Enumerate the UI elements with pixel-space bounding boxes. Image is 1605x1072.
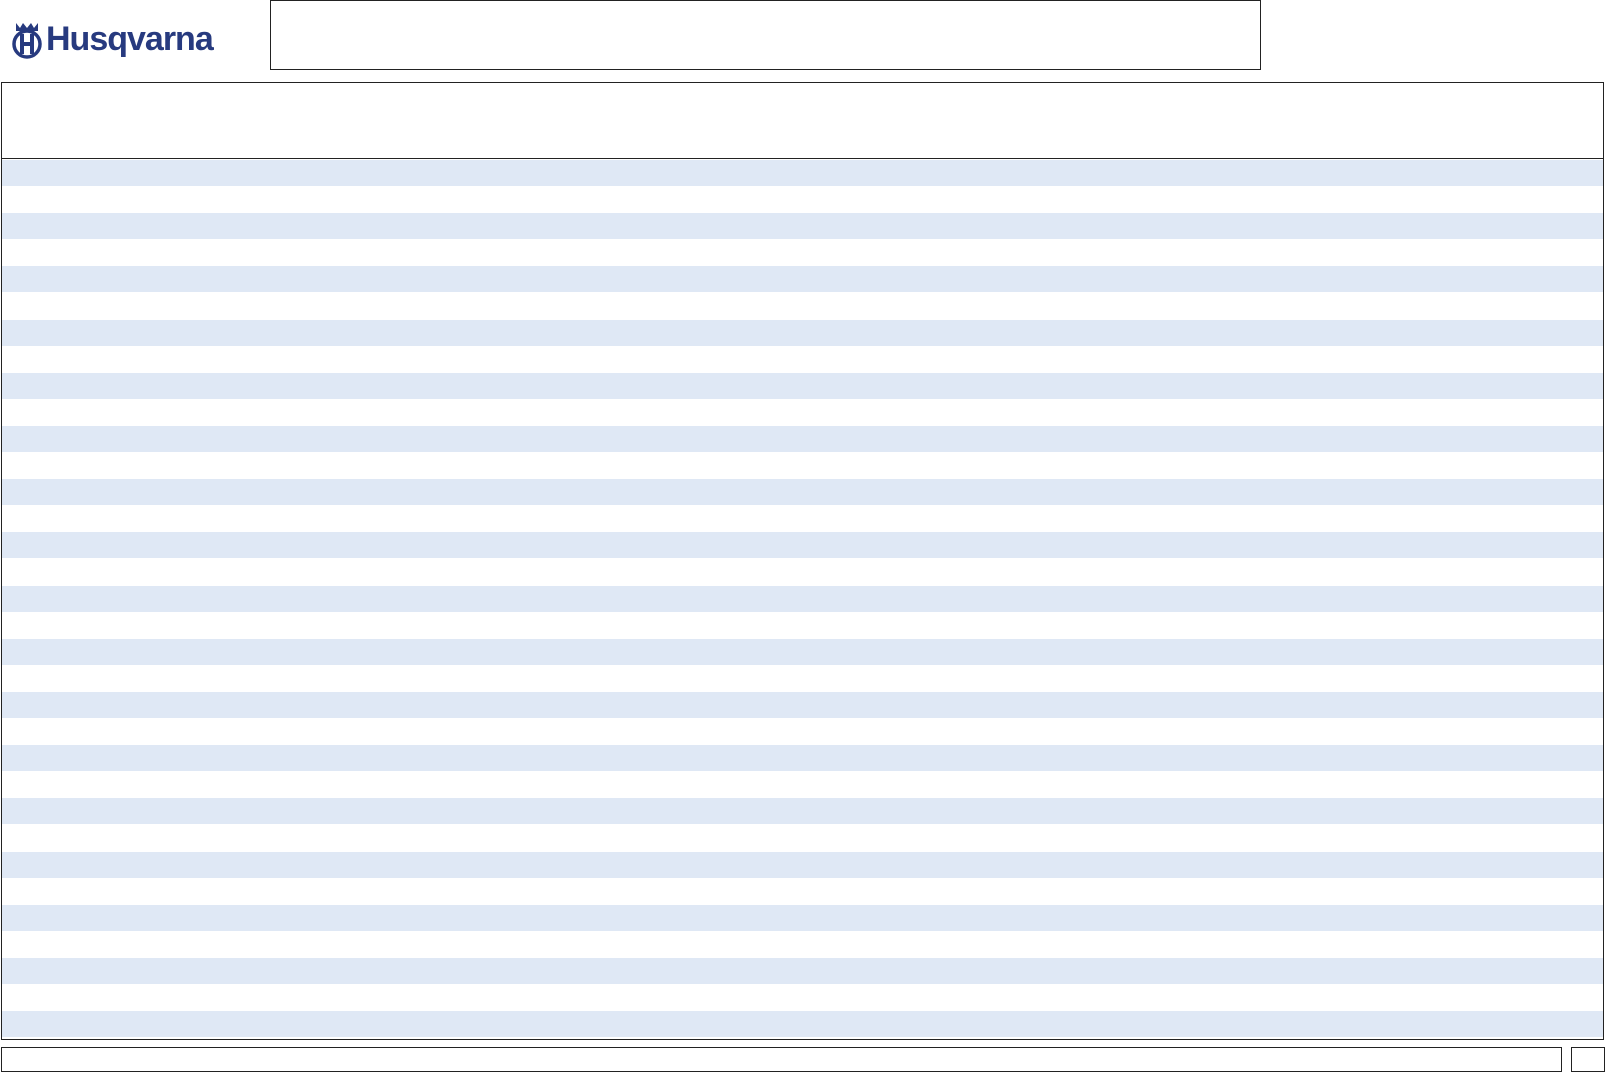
form-table (1, 82, 1604, 1040)
brand-logo: Husqvarna (12, 18, 214, 60)
form-header (2, 83, 1603, 159)
form-row-shaded (2, 160, 1603, 186)
form-row-shaded (2, 639, 1603, 665)
page-number-field[interactable] (1571, 1047, 1605, 1072)
form-row-shaded (2, 745, 1603, 771)
form-row-shaded (2, 213, 1603, 239)
form-row-shaded (2, 586, 1603, 612)
document-page: Husqvarna (0, 0, 1605, 1072)
form-row-shaded (2, 905, 1603, 931)
form-row-shaded (2, 426, 1603, 452)
husqvarna-crown-h-icon (12, 23, 42, 59)
form-row-shaded (2, 373, 1603, 399)
form-row-shaded (2, 532, 1603, 558)
form-row-shaded (2, 266, 1603, 292)
form-row-shaded (2, 798, 1603, 824)
form-row-shaded (2, 692, 1603, 718)
footer-field[interactable] (1, 1047, 1562, 1072)
form-row-shaded (2, 958, 1603, 984)
document-title-box[interactable] (270, 0, 1261, 70)
form-row-shaded (2, 1011, 1603, 1037)
form-row-shaded (2, 479, 1603, 505)
form-row-shaded (2, 320, 1603, 346)
brand-wordmark: Husqvarna (46, 20, 214, 58)
form-rows (2, 160, 1603, 1039)
form-row-shaded (2, 852, 1603, 878)
